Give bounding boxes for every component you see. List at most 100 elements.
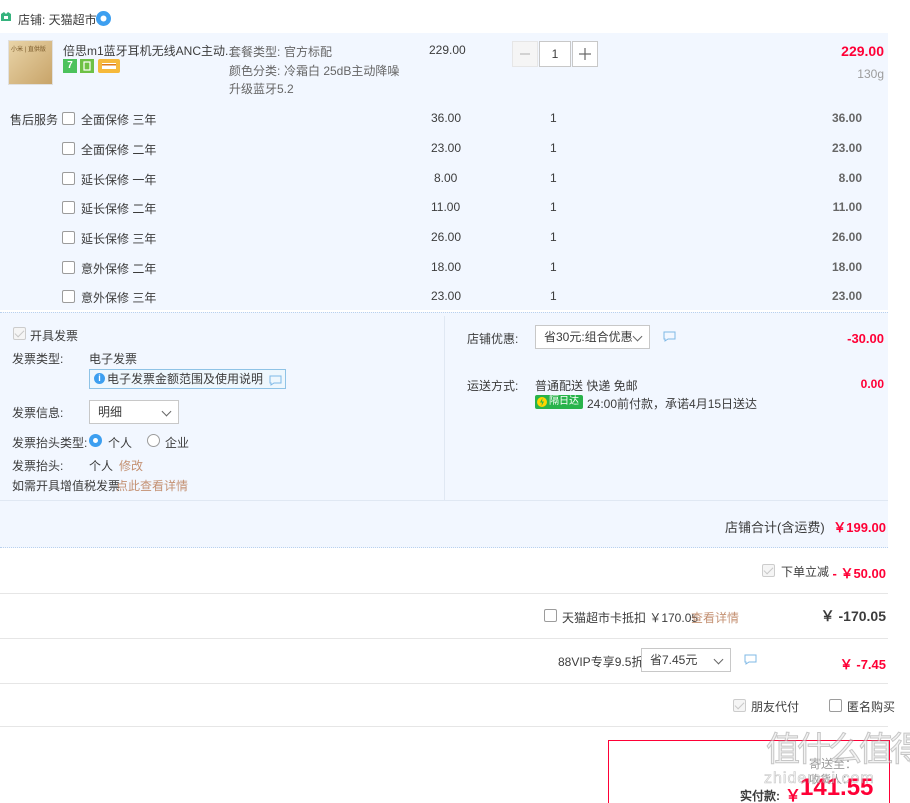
anonymous-checkbox[interactable] <box>829 699 842 712</box>
shipping-promise: 24:00前付款，承诺4月15日送达 <box>587 397 758 411</box>
service-checkbox[interactable] <box>62 231 75 244</box>
invoice-info-value: 明细 <box>98 405 123 419</box>
service-name: 全面保修 三年 <box>81 113 157 127</box>
shipping-amount: 0.00 <box>860 377 884 391</box>
service-price: 23.00 <box>431 141 462 155</box>
vip-select[interactable]: 省7.45元 <box>641 648 731 672</box>
service-row: 延长保修 一年 8.00 1 8.00 <box>0 168 888 188</box>
shipping-value: 普通配送 快递 免邮 <box>535 379 638 393</box>
service-row: 全面保修 二年 23.00 1 23.00 <box>0 138 888 158</box>
service-total: 18.00 <box>831 260 862 274</box>
radio-personal[interactable] <box>89 434 102 447</box>
shop-name[interactable]: 店铺: 天猫超市 <box>18 11 97 28</box>
shop-icon <box>0 11 12 23</box>
decrease-button[interactable] <box>512 41 538 67</box>
service-checkbox[interactable] <box>62 290 75 303</box>
service-qty: 1 <box>550 289 557 303</box>
service-name: 延长保修 一年 <box>81 173 157 187</box>
shop-total-label: 店铺合计(含运费) <box>725 520 825 535</box>
invoice-type-label: 发票类型: <box>12 352 64 366</box>
invoice-open-label: 开具发票 <box>30 329 79 343</box>
invoice-checkbox[interactable] <box>13 327 26 340</box>
service-row: 全面保修 三年 36.00 1 36.00 <box>0 108 888 128</box>
service-name: 意外保修 三年 <box>81 291 157 305</box>
quantity-input[interactable]: 1 <box>539 41 571 67</box>
discount-value: 省30元:组合优惠 <box>544 330 633 344</box>
vip-select-value: 省7.45元 <box>650 653 698 667</box>
service-price: 11.00 <box>431 200 461 214</box>
divider <box>0 638 888 639</box>
divider <box>0 593 888 594</box>
color-value: 冷霜白 25dB主动降噪 <box>284 64 400 78</box>
vat-text: 如需开具增值税发票 <box>12 479 121 493</box>
friend-pay-label: 朋友代付 <box>751 700 800 714</box>
tmall-card-checkbox[interactable] <box>544 609 557 622</box>
item-total: 229.00 <box>841 43 884 59</box>
radio-company[interactable] <box>147 434 160 447</box>
chat-bubble-icon <box>269 373 282 386</box>
service-name: 延长保修 三年 <box>81 232 157 246</box>
chevron-down-icon <box>632 331 643 342</box>
tmall-card-value: ￥ -170.05 <box>820 608 886 624</box>
divider <box>0 726 888 727</box>
panel-divider <box>444 316 445 500</box>
service-total: 23.00 <box>831 289 862 303</box>
chat-icon[interactable] <box>96 11 111 26</box>
service-price: 18.00 <box>431 260 462 274</box>
discount-label: 店铺优惠: <box>467 332 519 346</box>
send-to-label: 寄送至： <box>809 757 858 771</box>
seven-day-return-icon: 7 <box>63 59 77 73</box>
service-price: 26.00 <box>431 230 462 244</box>
service-qty: 1 <box>550 260 557 274</box>
package-value: 官方标配 <box>284 45 333 59</box>
chevron-down-icon <box>713 654 724 665</box>
service-qty: 1 <box>550 230 557 244</box>
product-title[interactable]: 倍思m1蓝牙耳机无线ANC主动... <box>63 42 235 59</box>
shop-header: 店铺: 天猫超市 <box>0 8 300 30</box>
service-checkbox[interactable] <box>62 142 75 155</box>
next-day-badge-text: 隔日达 <box>549 396 579 407</box>
divider <box>0 683 888 684</box>
color-value-2: 升级蓝牙5.2 <box>229 82 294 96</box>
tmall-card-details-link[interactable]: 查看详情 <box>691 609 739 626</box>
vat-link[interactable]: 点此查看详情 <box>116 477 188 494</box>
vip-chat-icon[interactable] <box>744 654 757 665</box>
service-price: 23.00 <box>431 289 462 303</box>
invoice-type-value: 电子发票 <box>89 352 138 366</box>
service-row: 意外保修 二年 18.00 1 18.00 <box>0 257 888 277</box>
service-checkbox[interactable] <box>62 261 75 274</box>
increase-button[interactable] <box>572 41 598 67</box>
discount-chat-icon[interactable] <box>663 331 676 342</box>
service-checkbox[interactable] <box>62 172 75 185</box>
invoice-info-select[interactable]: 明细 <box>89 400 179 424</box>
service-price: 8.00 <box>434 171 458 185</box>
info-icon: i <box>94 373 105 384</box>
service-total: 23.00 <box>831 141 862 155</box>
instant-discount-label: 下单立减 <box>781 565 830 579</box>
service-name: 全面保修 二年 <box>81 143 157 157</box>
pay-summary-box: 寄送至： 收货人： 实付款: ￥ 141.55 <box>608 740 890 803</box>
service-total: 26.00 <box>831 230 862 244</box>
instant-discount-value: - ￥50.00 <box>832 566 886 581</box>
next-day-badge: 隔日达 <box>535 395 583 409</box>
friend-pay-checkbox[interactable] <box>733 699 746 712</box>
service-price: 36.00 <box>431 111 462 125</box>
service-row: 意外保修 三年 23.00 1 23.00 <box>0 286 888 306</box>
pay-label: 实付款: <box>740 789 780 803</box>
quantity-stepper[interactable]: 1 <box>512 41 598 67</box>
service-checkbox[interactable] <box>62 112 75 125</box>
pay-value: 141.55 <box>800 774 874 801</box>
invoice-head-label: 发票抬头: <box>12 459 64 473</box>
package-label: 套餐类型: <box>229 45 281 59</box>
thumb-text: 小米 | 直供版 <box>11 47 46 53</box>
invoice-tip[interactable]: i 电子发票金额范围及使用说明 <box>89 369 287 389</box>
instant-discount-checkbox[interactable] <box>762 564 775 577</box>
edit-invoice-link[interactable]: 修改 <box>119 457 143 474</box>
service-total: 8.00 <box>838 171 862 185</box>
discount-select[interactable]: 省30元:组合优惠 <box>535 325 650 349</box>
service-checkbox[interactable] <box>62 201 75 214</box>
service-qty: 1 <box>550 141 557 155</box>
service-name: 意外保修 二年 <box>81 262 157 276</box>
product-thumbnail[interactable]: 小米 | 直供版 <box>8 40 53 85</box>
invoice-info-label: 发票信息: <box>12 406 64 420</box>
